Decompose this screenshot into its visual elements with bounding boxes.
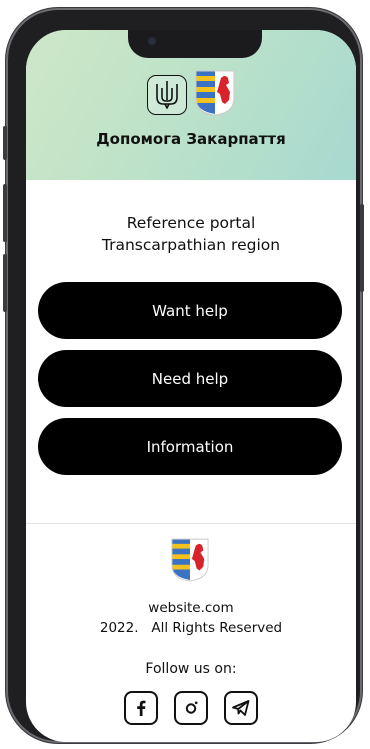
subtitle-line-2: Transcarpathian region (101, 236, 281, 254)
volume-up-button (3, 184, 7, 242)
need-help-button[interactable]: Need help (38, 350, 342, 407)
logo-row (26, 70, 356, 120)
transcarpathia-coat-of-arms-icon (171, 538, 209, 586)
footer-divider (26, 523, 356, 524)
power-button (360, 204, 364, 292)
ukraine-trident-icon (147, 75, 187, 115)
social-links (26, 691, 356, 725)
phone-frame: Допомога Закарпаття Reference portal Tra… (3, 8, 364, 743)
information-button[interactable]: Information (38, 418, 342, 475)
telegram-icon[interactable] (224, 691, 258, 725)
transcarpathia-coat-of-arms-icon (195, 70, 235, 120)
mute-switch (3, 126, 7, 160)
facebook-icon[interactable] (124, 691, 158, 725)
instagram-icon[interactable] (174, 691, 208, 725)
website-link[interactable]: website.com (26, 600, 356, 616)
subtitle-line-1: Reference portal (126, 214, 256, 232)
volume-down-button (3, 254, 7, 312)
phone-notch (128, 30, 262, 58)
app-screen: Допомога Закарпаття Reference portal Tra… (26, 30, 356, 742)
portal-subtitle: Reference portal Transcarpathian region (26, 212, 356, 256)
follow-us-label: Follow us on: (145, 661, 237, 677)
want-help-button[interactable]: Want help (38, 282, 342, 339)
copyright-text: 2022. All Rights Reserved (99, 620, 283, 636)
front-camera (148, 37, 156, 45)
app-title: Допомога Закарпаття (96, 130, 286, 148)
